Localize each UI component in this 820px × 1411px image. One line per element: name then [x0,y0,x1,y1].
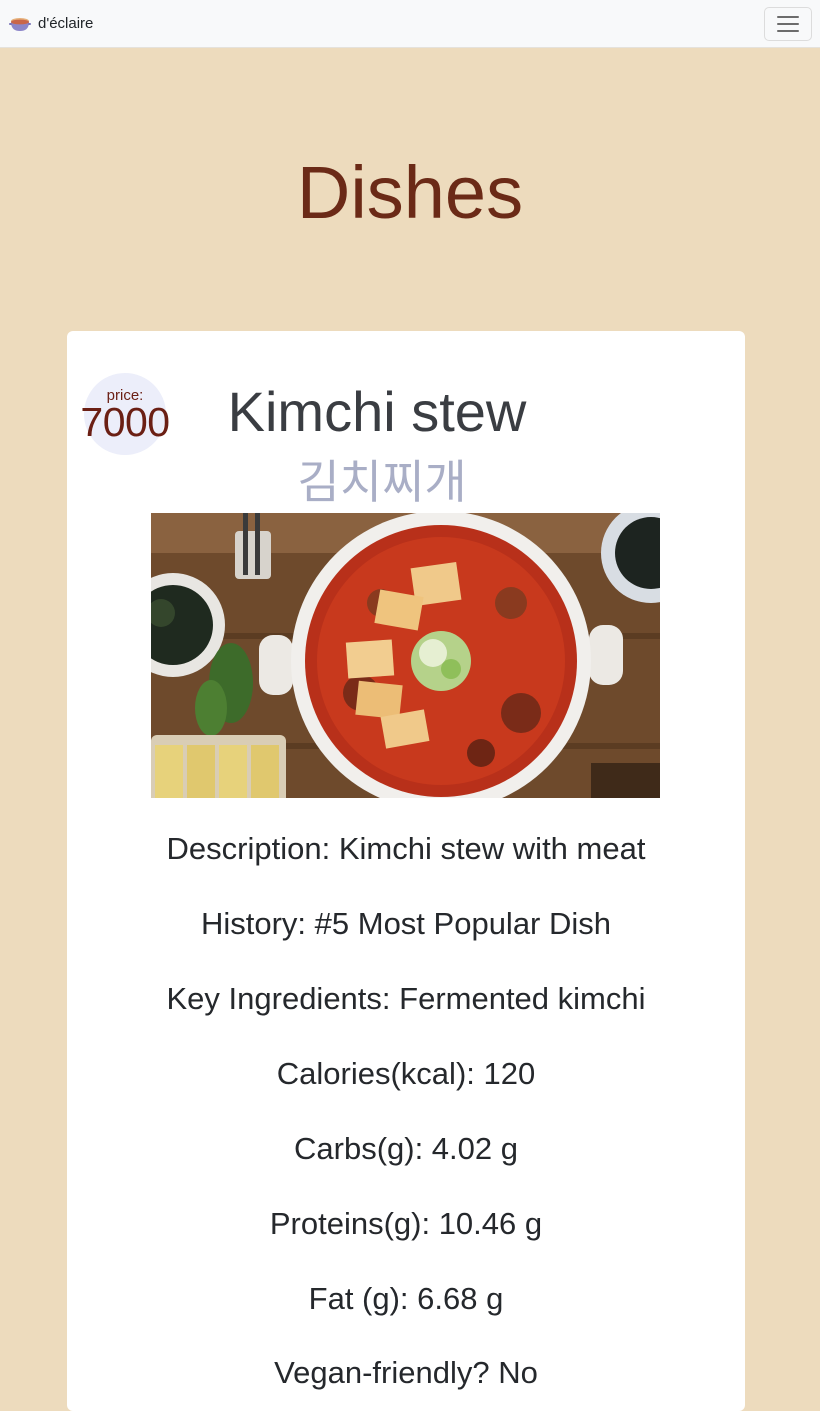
top-navbar: d'éclaire [0,0,820,48]
dish-korean-name: 김치찌개 [297,456,467,508]
dish-calories: Calories(kcal): 120 [276,1056,536,1091]
dish-history: History: #5 Most Popular Dish [200,906,612,941]
soup-pot-icon [8,12,32,36]
hamburger-menu-icon [777,15,799,18]
price-badge: price: 7000 [80,373,170,455]
dish-vegan-friendly: Vegan-friendly? No [274,1355,538,1390]
kimchi-stew-photo [151,513,660,798]
dish-key-ingredients: Key Ingredients: Fermented kimchi [166,981,646,1016]
dish-fat: Fat (g): 6.68 g [308,1281,504,1316]
dish-name: Kimchi stew [227,380,527,443]
brand-link[interactable]: d'éclaire [8,12,93,36]
dish-carbs: Carbs(g): 4.02 g [294,1131,518,1166]
dish-description: Description: Kimchi stew with meat [166,831,646,866]
price-value: 7000 [80,399,170,445]
brand-name: d'éclaire [38,15,94,32]
dish-proteins: Proteins(g): 10.46 g [269,1206,543,1241]
page-title: Dishes [296,151,524,234]
dish-card: price: 7000 Kimchi stew 김치찌개 Description… [67,331,745,1411]
menu-toggle-button[interactable] [764,6,812,41]
